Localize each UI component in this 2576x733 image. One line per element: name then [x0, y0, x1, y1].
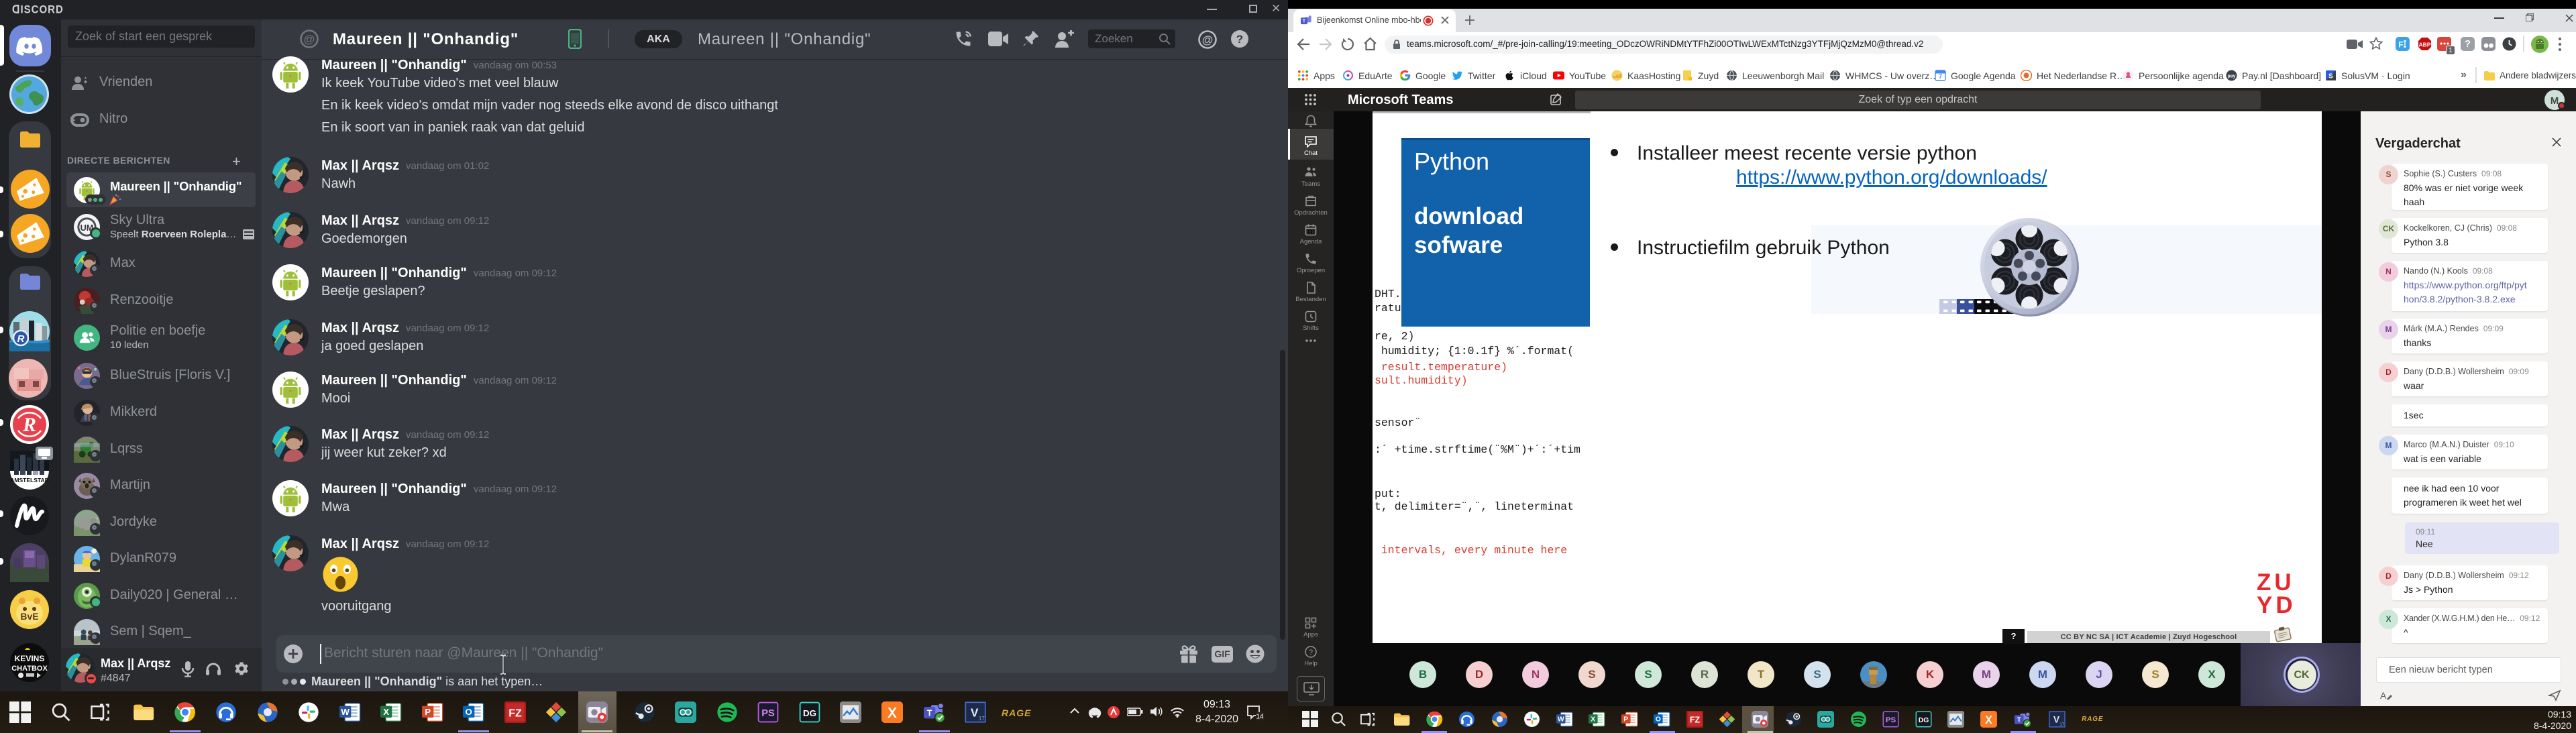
svg-text:FZ: FZ	[508, 708, 522, 720]
svg-text:V: V	[2053, 715, 2059, 725]
svg-text:T: T	[927, 708, 932, 718]
svg-text:ꓫ: ꓫ	[1984, 715, 1993, 726]
svg-text:BvE: BvE	[20, 611, 38, 622]
svg-text:P: P	[425, 707, 431, 717]
svg-text:A: A	[2380, 690, 2387, 701]
svg-text:KEVINS: KEVINS	[15, 654, 45, 663]
svg-text:ABP: ABP	[2419, 42, 2431, 48]
svg-text:O: O	[1656, 716, 1661, 724]
svg-text:AMSTELSTAD: AMSTELSTAD	[10, 477, 48, 484]
svg-text:14: 14	[1256, 714, 1264, 721]
svg-text:DG: DG	[1919, 717, 1929, 724]
svg-text:F: F	[2398, 40, 2403, 50]
svg-text:V: V	[971, 706, 979, 720]
svg-text:S: S	[2328, 73, 2333, 80]
svg-text:@: @	[1202, 34, 1214, 46]
svg-text:pay: pay	[2227, 74, 2235, 79]
svg-text:?: ?	[1309, 649, 1313, 657]
svg-text:17: 17	[2059, 722, 2064, 727]
svg-text:PS: PS	[1886, 716, 1896, 724]
svg-text:DG: DG	[803, 708, 816, 718]
svg-text:CHATBOX: CHATBOX	[11, 665, 48, 673]
svg-text:T: T	[1303, 19, 1306, 24]
svg-text:W: W	[341, 707, 350, 717]
svg-text:PS: PS	[761, 708, 775, 719]
svg-text:R: R	[17, 333, 25, 345]
svg-text:ꓫ: ꓫ	[887, 706, 897, 721]
svg-text:W: W	[1558, 716, 1564, 724]
svg-text:7: 7	[1939, 73, 1942, 80]
svg-text:17: 17	[979, 716, 985, 722]
svg-text:@: @	[304, 33, 315, 46]
svg-text:T: T	[2017, 717, 2021, 724]
svg-text:X: X	[383, 707, 389, 717]
svg-text:RAGE: RAGE	[1002, 708, 1031, 718]
svg-text:P: P	[1623, 716, 1628, 724]
svg-text:RAGE: RAGE	[2082, 716, 2103, 723]
svg-text:R: R	[22, 414, 36, 436]
svg-text:?: ?	[1236, 33, 1243, 46]
svg-text:O: O	[465, 707, 472, 717]
svg-text:X: X	[1591, 716, 1595, 724]
svg-text:FZ: FZ	[1690, 716, 1701, 725]
